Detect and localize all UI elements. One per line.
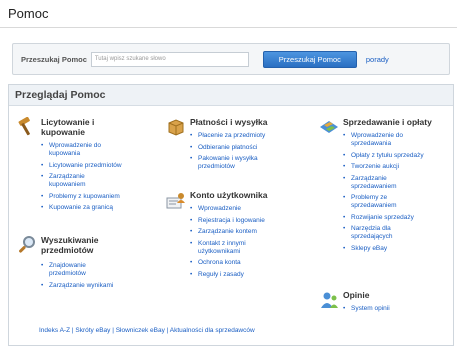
package-icon <box>168 119 184 136</box>
category-links: Wprowadzenie dosprzedawania Opłaty z tyt… <box>343 132 424 256</box>
category-searching: Wyszukiwanie przedmiotów Znajdowanieprze… <box>17 235 157 305</box>
category-links: Znajdowanieprzedmiotów Zarządzanie wynik… <box>41 262 113 293</box>
help-link[interactable]: Kupowanie za granicą <box>41 204 122 212</box>
help-link[interactable]: Kontakt z innymiużytkownikami <box>190 240 265 256</box>
category-links: Wprowadzenie dokupowania Licytowanie prz… <box>41 142 122 216</box>
help-link[interactable]: Zarządzanie wynikami <box>41 282 113 290</box>
search-label: Przeszukaj Pomoc <box>21 54 87 64</box>
help-link[interactable]: Rejestracja i logowanie <box>190 217 265 225</box>
help-link[interactable]: Problemy zesprzedawaniem <box>343 194 424 210</box>
page-title: Pomoc <box>8 6 49 21</box>
help-link[interactable]: Rozwijanie sprzedaży <box>343 214 424 222</box>
user-account-icon <box>166 193 185 209</box>
category-account: Konto użytkownika Wprowadzenie Rejestrac… <box>166 190 306 310</box>
footer-links[interactable]: Indeks A-Z | Skróty eBay | Słowniczek eB… <box>39 327 255 334</box>
browse-help-panel: Przeglądaj Pomoc Licytowanie i kupowanie… <box>8 84 454 346</box>
help-link[interactable]: Znajdowanieprzedmiotów <box>41 262 113 278</box>
help-link[interactable]: Narzędzia dlasprzedających <box>343 225 424 241</box>
category-title[interactable]: Wyszukiwanie przedmiotów <box>41 235 98 255</box>
help-link[interactable]: Odbieranie płatności <box>190 144 265 152</box>
help-link[interactable]: Ochrona konta <box>190 259 265 267</box>
help-link[interactable]: Wprowadzenie dosprzedawania <box>343 132 424 148</box>
selling-icon <box>320 121 338 133</box>
help-link[interactable]: Problemy z kupowaniem <box>41 193 122 201</box>
category-links: System opinii <box>343 305 390 317</box>
help-link[interactable]: Reguły i zasady <box>190 271 265 279</box>
help-link[interactable]: Płacenie za przedmioty <box>190 132 265 140</box>
category-title[interactable]: Opinie <box>343 290 369 300</box>
magnifier-icon <box>19 236 35 253</box>
category-buying: Licytowanie i kupowanie Wprowadzenie dok… <box>17 117 157 227</box>
category-selling: Sprzedawanie i opłaty Wprowadzenie dospr… <box>319 117 453 287</box>
category-title[interactable]: Konto użytkownika <box>190 190 267 200</box>
search-bar: Przeszukaj Pomoc Tutaj wpisz szukane sło… <box>12 43 450 75</box>
category-title[interactable]: Płatności i wysyłka <box>190 117 267 127</box>
help-link[interactable]: Wprowadzenie <box>190 205 265 213</box>
help-link[interactable]: Wprowadzenie dokupowania <box>41 142 122 158</box>
browse-heading: Przeglądaj Pomoc <box>9 85 453 106</box>
help-link[interactable]: Zarządzaniekupowaniem <box>41 173 122 189</box>
category-links: Wprowadzenie Rejestracja i logowanie Zar… <box>190 205 265 282</box>
title-divider <box>0 27 457 28</box>
help-link[interactable]: System opinii <box>343 305 390 313</box>
help-link[interactable]: Zarządzaniesprzedawaniem <box>343 175 424 191</box>
category-payments-shipping: Płatności i wysyłka Płacenie za przedmio… <box>166 117 306 179</box>
category-title[interactable]: Licytowanie i kupowanie <box>41 117 94 137</box>
search-button[interactable]: Przeszukaj Pomoc <box>262 50 357 68</box>
help-link[interactable]: Pakowanie i wysyłkaprzedmiotów <box>190 155 265 171</box>
help-link[interactable]: Sklepy eBay <box>343 245 424 253</box>
help-link[interactable]: Zarządzanie kontem <box>190 228 265 236</box>
category-links: Płacenie za przedmioty Odbieranie płatno… <box>190 132 265 175</box>
search-input[interactable]: Tutaj wpisz szukane słowo <box>90 51 249 67</box>
help-link[interactable]: Tworzenie aukcji <box>343 163 424 171</box>
category-feedback: Opinie System opinii <box>319 290 453 324</box>
category-title[interactable]: Sprzedawanie i opłaty <box>343 117 432 127</box>
help-link[interactable]: Opłaty z tytułu sprzedaży <box>343 152 424 160</box>
help-link[interactable]: Licytowanie przedmiotów <box>41 162 122 170</box>
gavel-icon <box>18 117 30 136</box>
tips-link[interactable]: porady <box>366 55 389 64</box>
feedback-icon <box>321 292 338 308</box>
